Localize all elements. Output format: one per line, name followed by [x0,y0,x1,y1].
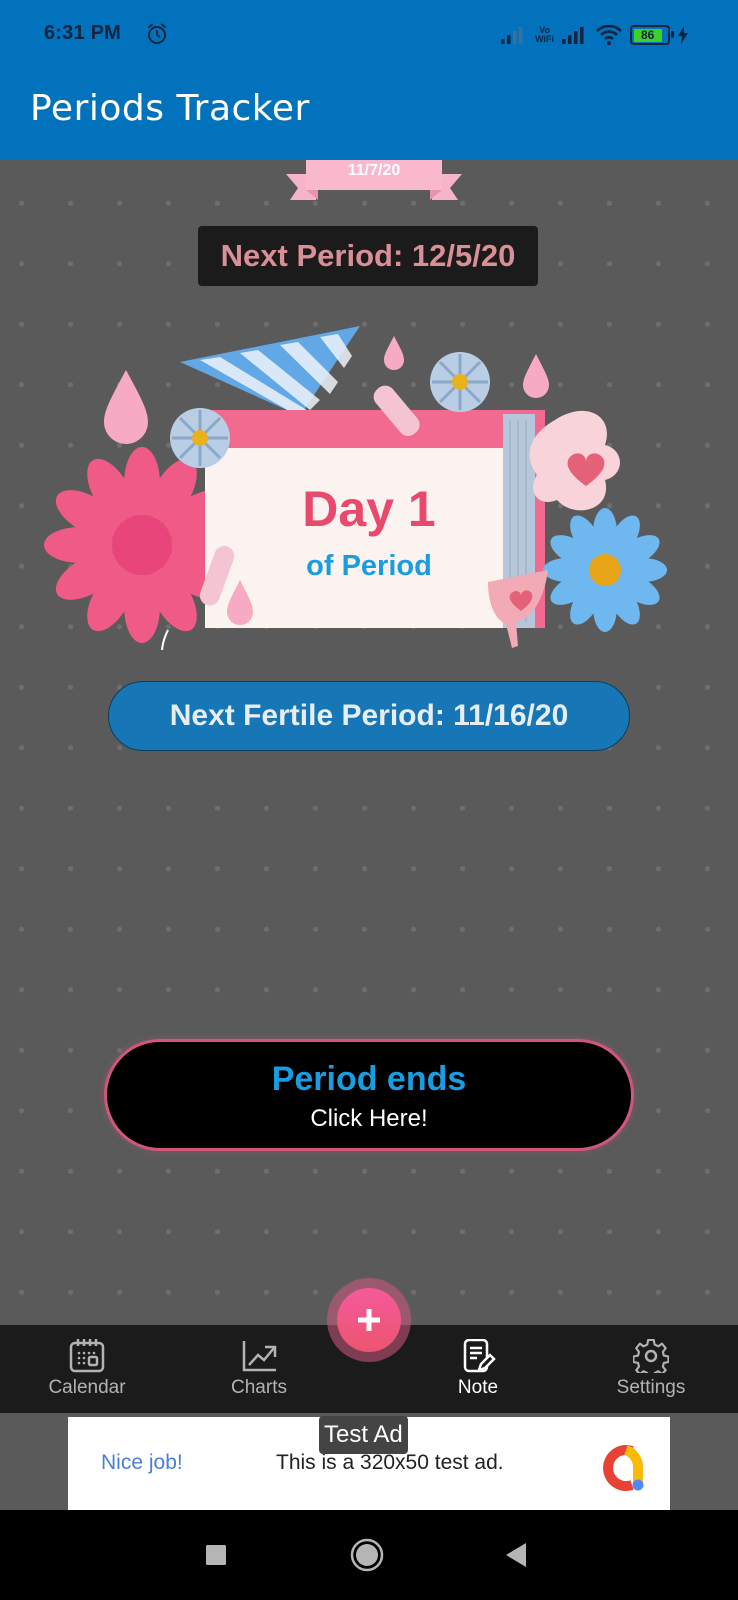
nav-label: Note [457,1377,499,1398]
ad-network-logo-icon [603,1445,644,1491]
nav-item-note[interactable]: Note [403,1325,553,1413]
status-bar: 6:31 PM Vo WiFi 86 [0,0,738,68]
add-button[interactable] [337,1288,401,1352]
drop-icon [104,370,148,444]
cycle-day-title: Day 1 [302,481,436,537]
back-triangle-icon[interactable] [505,1542,527,1568]
period-ends-button[interactable]: Period ends Click Here! [104,1039,634,1151]
nav-item-calendar[interactable]: Calendar [12,1325,162,1413]
lightning-icon [678,26,688,44]
gear-icon [633,1339,669,1373]
signal-strong-icon [562,27,584,44]
drop-icon [523,354,549,398]
signal-weak-icon [501,27,523,44]
trending-chart-icon [242,1341,277,1372]
vowifi-indicator: Vo WiFi [535,26,554,44]
cycle-day-subtitle: of Period [306,550,432,582]
recents-square-icon[interactable] [205,1544,227,1566]
battery-icon: 86 [630,25,674,45]
system-navigation-bar [0,1510,738,1600]
period-ends-title: Period ends [271,1060,467,1098]
battery-level: 86 [633,28,662,42]
nav-label: Calendar [48,1377,126,1398]
nav-item-settings[interactable]: Settings [576,1325,726,1413]
nav-item-charts[interactable]: Charts [184,1325,334,1413]
date-ribbon: 11/7/20 [286,160,462,200]
panties-icon [180,326,360,416]
nav-label: Settings [616,1377,686,1398]
wifi-icon [596,25,622,45]
status-icons: Vo WiFi 86 [501,22,688,48]
plus-icon [358,1309,380,1331]
blue-daisy-icon [430,352,490,412]
main-content: 11/7/20 Next Period: 12/5/20 Day 1 of Pe… [0,160,738,1325]
app-bar: Periods Tracker [0,68,738,160]
next-period-label: Next Period: 12/5/20 [198,226,538,286]
current-date: 11/7/20 [347,162,401,179]
ad-headline: Nice job! [101,1451,183,1474]
ad-body: This is a 320x50 test ad. [276,1451,504,1474]
note-edit-icon [463,1339,496,1373]
ad-area: Nice job! This is a 320x50 test ad. Test… [0,1413,738,1510]
nav-label: Charts [231,1377,287,1398]
vowifi-bottom: WiFi [535,34,554,44]
test-ad-badge: Test Ad [319,1416,408,1454]
alarm-clock-icon [148,23,166,44]
period-ends-subtitle: Click Here! [310,1105,428,1132]
status-time: 6:31 PM [44,22,121,44]
drop-icon [384,336,404,370]
home-circle-icon[interactable] [350,1538,384,1572]
app-title: Periods Tracker [30,88,310,129]
blue-daisy-icon [170,408,230,468]
calendar-icon [69,1339,105,1373]
next-fertile-period-label: Next Fertile Period: 11/16/20 [108,681,630,751]
